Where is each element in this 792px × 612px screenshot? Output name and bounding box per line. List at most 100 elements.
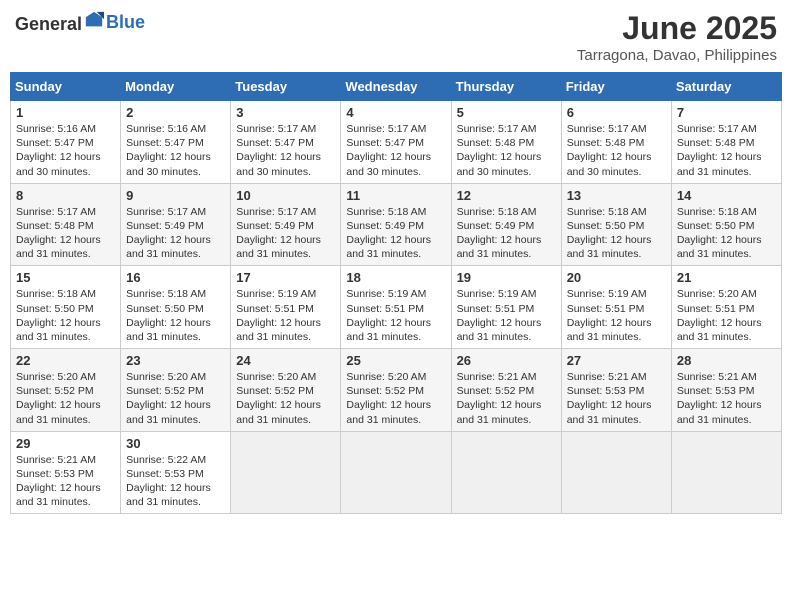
day-detail: Sunrise: 5:18 AMSunset: 5:50 PMDaylight:… (677, 206, 762, 261)
day-number: 18 (346, 270, 445, 285)
day-detail: Sunrise: 5:18 AMSunset: 5:49 PMDaylight:… (346, 206, 431, 261)
day-detail: Sunrise: 5:20 AMSunset: 5:52 PMDaylight:… (236, 371, 321, 426)
day-number: 5 (457, 105, 556, 120)
day-detail: Sunrise: 5:18 AMSunset: 5:49 PMDaylight:… (457, 206, 542, 261)
day-detail: Sunrise: 5:16 AMSunset: 5:47 PMDaylight:… (16, 123, 101, 178)
calendar-cell: 2 Sunrise: 5:16 AMSunset: 5:47 PMDayligh… (121, 101, 231, 184)
calendar-cell: 3 Sunrise: 5:17 AMSunset: 5:47 PMDayligh… (231, 101, 341, 184)
month-title: June 2025 (577, 10, 777, 47)
day-number: 4 (346, 105, 445, 120)
day-detail: Sunrise: 5:22 AMSunset: 5:53 PMDaylight:… (126, 454, 211, 509)
day-number: 10 (236, 188, 335, 203)
title-area: June 2025 Tarragona, Davao, Philippines (577, 10, 777, 64)
weekday-friday: Friday (561, 73, 671, 101)
day-number: 24 (236, 353, 335, 368)
calendar-cell: 26 Sunrise: 5:21 AMSunset: 5:52 PMDaylig… (451, 349, 561, 432)
day-detail: Sunrise: 5:17 AMSunset: 5:49 PMDaylight:… (126, 206, 211, 261)
calendar-cell: 29 Sunrise: 5:21 AMSunset: 5:53 PMDaylig… (11, 431, 121, 514)
day-number: 9 (126, 188, 225, 203)
day-detail: Sunrise: 5:17 AMSunset: 5:49 PMDaylight:… (236, 206, 321, 261)
day-detail: Sunrise: 5:17 AMSunset: 5:48 PMDaylight:… (567, 123, 652, 178)
calendar-cell: 22 Sunrise: 5:20 AMSunset: 5:52 PMDaylig… (11, 349, 121, 432)
day-detail: Sunrise: 5:20 AMSunset: 5:52 PMDaylight:… (346, 371, 431, 426)
logo-icon (84, 10, 104, 30)
calendar-week-4: 22 Sunrise: 5:20 AMSunset: 5:52 PMDaylig… (11, 349, 782, 432)
calendar-cell: 25 Sunrise: 5:20 AMSunset: 5:52 PMDaylig… (341, 349, 451, 432)
day-number: 27 (567, 353, 666, 368)
weekday-header-row: SundayMondayTuesdayWednesdayThursdayFrid… (11, 73, 782, 101)
calendar-cell (671, 431, 781, 514)
day-number: 30 (126, 436, 225, 451)
calendar-cell: 21 Sunrise: 5:20 AMSunset: 5:51 PMDaylig… (671, 266, 781, 349)
day-detail: Sunrise: 5:17 AMSunset: 5:47 PMDaylight:… (236, 123, 321, 178)
calendar-cell: 20 Sunrise: 5:19 AMSunset: 5:51 PMDaylig… (561, 266, 671, 349)
calendar-table: SundayMondayTuesdayWednesdayThursdayFrid… (10, 72, 782, 514)
calendar-cell: 4 Sunrise: 5:17 AMSunset: 5:47 PMDayligh… (341, 101, 451, 184)
calendar-cell (561, 431, 671, 514)
day-number: 29 (16, 436, 115, 451)
day-detail: Sunrise: 5:18 AMSunset: 5:50 PMDaylight:… (567, 206, 652, 261)
calendar-cell: 1 Sunrise: 5:16 AMSunset: 5:47 PMDayligh… (11, 101, 121, 184)
day-detail: Sunrise: 5:17 AMSunset: 5:48 PMDaylight:… (457, 123, 542, 178)
day-number: 6 (567, 105, 666, 120)
logo: General Blue (15, 10, 145, 35)
day-number: 13 (567, 188, 666, 203)
calendar-cell: 17 Sunrise: 5:19 AMSunset: 5:51 PMDaylig… (231, 266, 341, 349)
day-number: 7 (677, 105, 776, 120)
calendar-cell (231, 431, 341, 514)
day-detail: Sunrise: 5:19 AMSunset: 5:51 PMDaylight:… (567, 288, 652, 343)
day-detail: Sunrise: 5:19 AMSunset: 5:51 PMDaylight:… (346, 288, 431, 343)
calendar-cell: 18 Sunrise: 5:19 AMSunset: 5:51 PMDaylig… (341, 266, 451, 349)
weekday-saturday: Saturday (671, 73, 781, 101)
calendar-week-2: 8 Sunrise: 5:17 AMSunset: 5:48 PMDayligh… (11, 183, 782, 266)
calendar-cell: 27 Sunrise: 5:21 AMSunset: 5:53 PMDaylig… (561, 349, 671, 432)
day-number: 3 (236, 105, 335, 120)
page-header: General Blue June 2025 Tarragona, Davao,… (10, 10, 782, 64)
weekday-monday: Monday (121, 73, 231, 101)
weekday-wednesday: Wednesday (341, 73, 451, 101)
calendar-cell: 12 Sunrise: 5:18 AMSunset: 5:49 PMDaylig… (451, 183, 561, 266)
calendar-cell: 30 Sunrise: 5:22 AMSunset: 5:53 PMDaylig… (121, 431, 231, 514)
calendar-cell: 13 Sunrise: 5:18 AMSunset: 5:50 PMDaylig… (561, 183, 671, 266)
day-number: 28 (677, 353, 776, 368)
day-detail: Sunrise: 5:21 AMSunset: 5:53 PMDaylight:… (677, 371, 762, 426)
location-title: Tarragona, Davao, Philippines (577, 47, 777, 64)
day-number: 26 (457, 353, 556, 368)
day-detail: Sunrise: 5:18 AMSunset: 5:50 PMDaylight:… (126, 288, 211, 343)
day-number: 1 (16, 105, 115, 120)
day-detail: Sunrise: 5:19 AMSunset: 5:51 PMDaylight:… (236, 288, 321, 343)
day-number: 25 (346, 353, 445, 368)
calendar-body: 1 Sunrise: 5:16 AMSunset: 5:47 PMDayligh… (11, 101, 782, 514)
calendar-cell: 28 Sunrise: 5:21 AMSunset: 5:53 PMDaylig… (671, 349, 781, 432)
calendar-week-1: 1 Sunrise: 5:16 AMSunset: 5:47 PMDayligh… (11, 101, 782, 184)
day-detail: Sunrise: 5:19 AMSunset: 5:51 PMDaylight:… (457, 288, 542, 343)
day-number: 11 (346, 188, 445, 203)
day-number: 12 (457, 188, 556, 203)
day-detail: Sunrise: 5:21 AMSunset: 5:53 PMDaylight:… (16, 454, 101, 509)
day-number: 8 (16, 188, 115, 203)
calendar-week-5: 29 Sunrise: 5:21 AMSunset: 5:53 PMDaylig… (11, 431, 782, 514)
calendar-cell: 14 Sunrise: 5:18 AMSunset: 5:50 PMDaylig… (671, 183, 781, 266)
day-detail: Sunrise: 5:20 AMSunset: 5:51 PMDaylight:… (677, 288, 762, 343)
day-detail: Sunrise: 5:20 AMSunset: 5:52 PMDaylight:… (126, 371, 211, 426)
calendar-cell: 6 Sunrise: 5:17 AMSunset: 5:48 PMDayligh… (561, 101, 671, 184)
calendar-cell (451, 431, 561, 514)
day-number: 15 (16, 270, 115, 285)
calendar-week-3: 15 Sunrise: 5:18 AMSunset: 5:50 PMDaylig… (11, 266, 782, 349)
calendar-cell (341, 431, 451, 514)
day-detail: Sunrise: 5:21 AMSunset: 5:53 PMDaylight:… (567, 371, 652, 426)
logo-general: General (15, 14, 82, 34)
day-number: 20 (567, 270, 666, 285)
calendar-cell: 19 Sunrise: 5:19 AMSunset: 5:51 PMDaylig… (451, 266, 561, 349)
calendar-cell: 7 Sunrise: 5:17 AMSunset: 5:48 PMDayligh… (671, 101, 781, 184)
calendar-cell: 10 Sunrise: 5:17 AMSunset: 5:49 PMDaylig… (231, 183, 341, 266)
weekday-tuesday: Tuesday (231, 73, 341, 101)
day-detail: Sunrise: 5:20 AMSunset: 5:52 PMDaylight:… (16, 371, 101, 426)
day-number: 16 (126, 270, 225, 285)
logo-blue: Blue (106, 12, 145, 32)
calendar-cell: 11 Sunrise: 5:18 AMSunset: 5:49 PMDaylig… (341, 183, 451, 266)
day-number: 21 (677, 270, 776, 285)
calendar-cell: 23 Sunrise: 5:20 AMSunset: 5:52 PMDaylig… (121, 349, 231, 432)
day-number: 22 (16, 353, 115, 368)
day-detail: Sunrise: 5:18 AMSunset: 5:50 PMDaylight:… (16, 288, 101, 343)
